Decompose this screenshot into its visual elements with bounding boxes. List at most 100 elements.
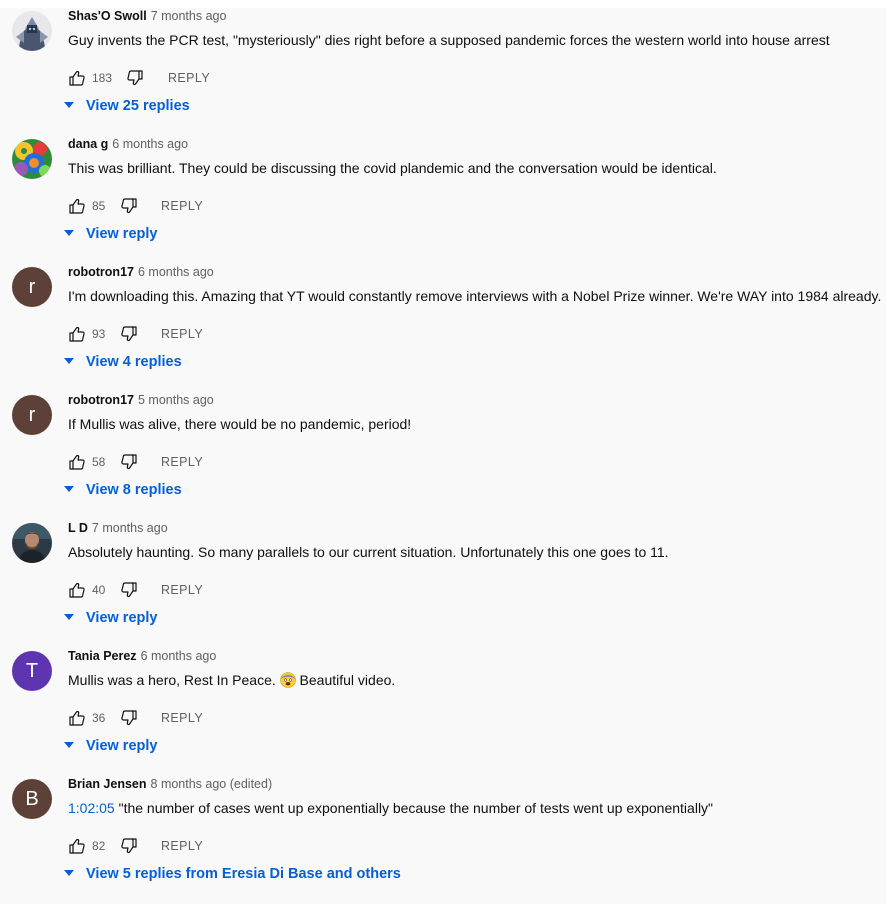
- view-replies-button[interactable]: View 4 replies: [64, 352, 182, 372]
- comments-section: Shas'O Swoll 7 months ago Guy invents the…: [0, 0, 886, 882]
- comment-thread: T Tania Perez 6 months ago Mullis was a h…: [0, 648, 886, 776]
- fearful-face-emoji-icon: [279, 672, 296, 688]
- view-replies-button[interactable]: View 25 replies: [64, 96, 190, 116]
- view-replies-label: View reply: [86, 226, 158, 242]
- author-name[interactable]: Shas'O Swoll: [68, 9, 147, 23]
- caret-down-icon: [64, 230, 74, 237]
- comment-time[interactable]: 6 months ago: [138, 265, 214, 279]
- thumbs-up-icon[interactable]: [68, 581, 86, 599]
- thumbs-up-icon[interactable]: [68, 709, 86, 727]
- thumbs-up-icon[interactable]: [68, 69, 86, 87]
- comment-thread: r robotron17 5 months ago If Mullis was a…: [0, 392, 886, 520]
- avatar-letter: r: [28, 275, 36, 298]
- comment-header: dana g 6 months ago: [68, 136, 188, 152]
- view-replies-label: View reply: [86, 610, 158, 626]
- comment-actions: 36 REPLY: [68, 708, 388, 728]
- like-count: 183: [92, 71, 113, 85]
- view-replies-button[interactable]: View 8 replies: [64, 480, 182, 500]
- comment-header: L D 7 months ago: [68, 520, 168, 536]
- caret-down-icon: [64, 870, 74, 877]
- thumbs-down-icon[interactable]: [120, 197, 138, 215]
- caret-down-icon: [64, 614, 74, 621]
- view-replies-label: View 8 replies: [86, 482, 182, 498]
- comment-text: If Mullis was alive, there would be no p…: [68, 416, 412, 432]
- comment-text-part: Beautiful video.: [295, 672, 396, 688]
- view-replies-label: View reply: [86, 738, 158, 754]
- thumbs-down-icon[interactable]: [120, 581, 138, 599]
- view-replies-button[interactable]: View 5 replies from Eresia Di Base and o…: [64, 864, 401, 884]
- reply-button[interactable]: REPLY: [161, 454, 203, 470]
- comment-actions: 82 REPLY: [68, 836, 388, 856]
- avatar[interactable]: r: [12, 267, 52, 307]
- comment-text: This was brilliant. They could be discus…: [68, 160, 717, 176]
- comment-time[interactable]: 5 months ago: [138, 393, 214, 407]
- thumbs-up-icon[interactable]: [68, 453, 86, 471]
- view-replies-button[interactable]: View reply: [64, 608, 157, 628]
- author-name[interactable]: Tania Perez: [68, 649, 137, 663]
- thumbs-down-icon[interactable]: [120, 709, 138, 727]
- like-count: 82: [92, 839, 106, 853]
- like-count: 93: [92, 327, 106, 341]
- author-name[interactable]: robotron17: [68, 265, 134, 279]
- reply-button[interactable]: REPLY: [168, 70, 210, 86]
- comment-thread: r robotron17 6 months ago I'm downloading…: [0, 264, 886, 392]
- avatar[interactable]: T: [12, 651, 52, 691]
- thumbs-up-icon[interactable]: [68, 325, 86, 343]
- comment-actions: 58 REPLY: [68, 452, 388, 472]
- like-count: 36: [92, 711, 106, 725]
- author-name[interactable]: robotron17: [68, 393, 134, 407]
- comment-time[interactable]: 8 months ago (edited): [151, 777, 273, 791]
- comment-thread: B Brian Jensen 8 months ago (edited) 1:02…: [0, 776, 886, 904]
- comment-thread: L D 7 months ago Absolutely haunting. So …: [0, 520, 886, 648]
- view-replies-button[interactable]: View reply: [64, 736, 157, 756]
- avatar-letter: r: [28, 403, 36, 426]
- thumbs-down-icon[interactable]: [120, 325, 138, 343]
- colorful-art-avatar-icon: [12, 139, 52, 179]
- avatar[interactable]: [12, 139, 52, 179]
- caret-down-icon: [64, 102, 74, 109]
- timestamp-link[interactable]: 1:02:05: [68, 800, 115, 816]
- reply-button[interactable]: REPLY: [161, 838, 203, 854]
- comment-text: Absolutely haunting. So many parallels t…: [68, 544, 669, 560]
- avatar[interactable]: [12, 523, 52, 563]
- comment-text: I'm downloading this. Amazing that YT wo…: [68, 288, 882, 304]
- like-count: 40: [92, 583, 106, 597]
- comment-time[interactable]: 7 months ago: [92, 521, 168, 535]
- avatar[interactable]: r: [12, 395, 52, 435]
- thumbs-down-icon[interactable]: [120, 837, 138, 855]
- reply-button[interactable]: REPLY: [161, 326, 203, 342]
- thumbs-down-icon[interactable]: [126, 69, 144, 87]
- view-replies-button[interactable]: View reply: [64, 224, 157, 244]
- reply-button[interactable]: REPLY: [161, 198, 203, 214]
- reply-button[interactable]: REPLY: [161, 582, 203, 598]
- comment-time[interactable]: 7 months ago: [151, 9, 227, 23]
- comment-time[interactable]: 6 months ago: [112, 137, 188, 151]
- comment-time[interactable]: 6 months ago: [141, 649, 217, 663]
- comment-header: Shas'O Swoll 7 months ago: [68, 8, 226, 24]
- view-replies-label: View 4 replies: [86, 354, 182, 370]
- caret-down-icon: [64, 358, 74, 365]
- avatar[interactable]: [12, 11, 52, 51]
- comment-thread: dana g 6 months ago This was brilliant. T…: [0, 136, 886, 264]
- comment-actions: 40 REPLY: [68, 580, 388, 600]
- reply-button[interactable]: REPLY: [161, 710, 203, 726]
- caret-down-icon: [64, 486, 74, 493]
- thumbs-up-icon[interactable]: [68, 197, 86, 215]
- comment-header: Tania Perez 6 months ago: [68, 648, 216, 664]
- comment-actions: 183 REPLY: [68, 68, 388, 88]
- author-name[interactable]: Brian Jensen: [68, 777, 147, 791]
- like-count: 85: [92, 199, 106, 213]
- author-name[interactable]: dana g: [68, 137, 108, 151]
- avatar-letter: T: [25, 659, 39, 682]
- caret-down-icon: [64, 742, 74, 749]
- robot-avatar-icon: [12, 11, 52, 51]
- author-name[interactable]: L D: [68, 521, 88, 535]
- thumbs-up-icon[interactable]: [68, 837, 86, 855]
- thumbs-down-icon[interactable]: [120, 453, 138, 471]
- view-replies-label: View 25 replies: [86, 98, 190, 114]
- comment-text-part: Mullis was a hero, Rest In Peace.: [68, 672, 280, 688]
- avatar[interactable]: B: [12, 779, 52, 819]
- comment-text-part: "the number of cases went up exponential…: [114, 800, 714, 816]
- comment-thread: Shas'O Swoll 7 months ago Guy invents the…: [0, 8, 886, 136]
- comment-actions: 85 REPLY: [68, 196, 388, 216]
